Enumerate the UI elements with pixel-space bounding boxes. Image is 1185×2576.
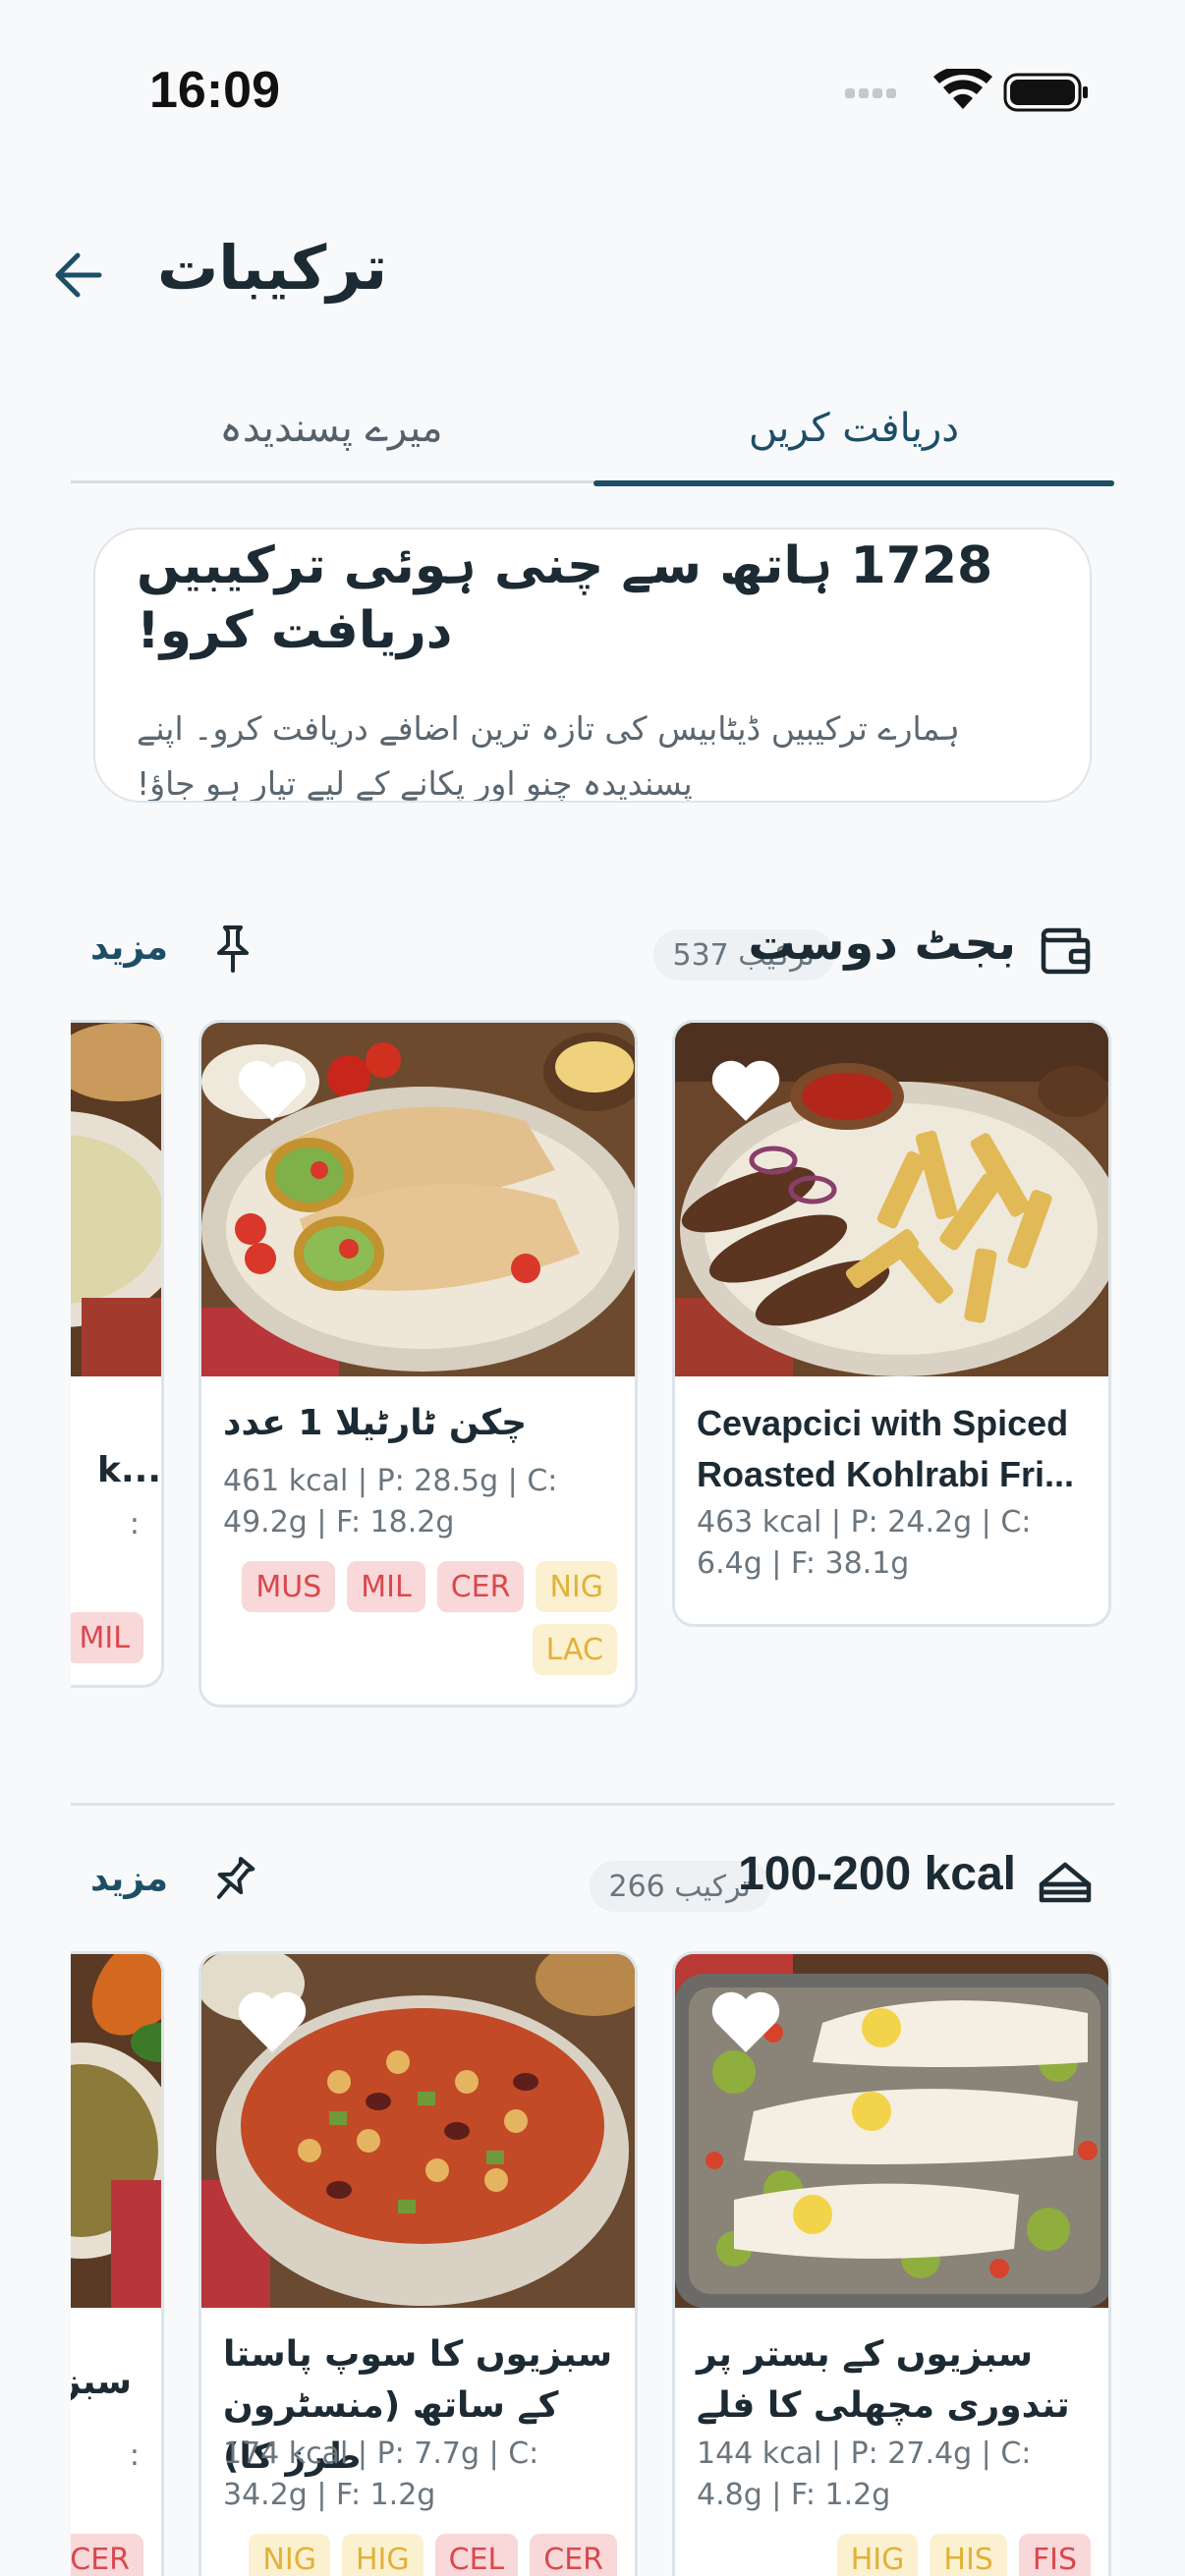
recipe-nutrition: 144 kcal | P: 27.4g | C: 4.8g | F: 1.2g bbox=[697, 2436, 1032, 2512]
recipe-card[interactable]: k... : MIL bbox=[71, 1020, 164, 1688]
allergen-tags: MUS MIL CER NIG LAC bbox=[219, 1561, 617, 1675]
recipe-image-partial bbox=[71, 1023, 161, 1376]
tag: MUS bbox=[242, 1561, 336, 1612]
tag: MIL bbox=[71, 1612, 143, 1663]
recipe-card[interactable]: چکن ٹارٹیلا 1 عدد 461 kcal | P: 28.5g | … bbox=[198, 1020, 638, 1708]
recipe-card[interactable]: سبز : CER bbox=[71, 1951, 164, 2576]
allergen-tags: MIL bbox=[71, 1612, 143, 1663]
tag: NIG bbox=[249, 2534, 330, 2576]
tag: NIG bbox=[536, 1561, 617, 1612]
favorite-heart-icon[interactable] bbox=[237, 1058, 308, 1123]
favorite-heart-icon[interactable] bbox=[237, 1989, 308, 2054]
tag: FIS bbox=[1018, 2534, 1091, 2576]
intro-subtitle: ہمارے ترکیبیں ڈیٹابیس کی تازہ ترین اضافے… bbox=[137, 709, 961, 803]
tag: LAC bbox=[532, 1624, 617, 1675]
intro-card: 1728 ہاتھ سے چنی ہوئی ترکیبیں دریافت کرو… bbox=[93, 528, 1092, 803]
recipe-row-budget: Cevapcici with Spiced Roasted Kohlrabi F… bbox=[71, 1020, 1114, 1708]
tag: HIS bbox=[930, 2534, 1007, 2576]
status-time: 16:09 bbox=[149, 62, 280, 119]
pin-icon[interactable] bbox=[203, 920, 262, 979]
tag: MIL bbox=[347, 1561, 425, 1612]
page-title: ترکیبات bbox=[157, 232, 388, 304]
recipe-name: k... bbox=[97, 1450, 161, 1490]
allergen-tags: NIG HIG CEL CER bbox=[219, 2534, 617, 2576]
battery-icon bbox=[1003, 73, 1088, 112]
recipe-name: Cevapcici with Spiced Roasted Kohlrabi F… bbox=[697, 1403, 1075, 1494]
pin-icon[interactable] bbox=[203, 1851, 262, 1910]
more-link[interactable]: مزید bbox=[90, 927, 168, 968]
arrow-left-icon bbox=[55, 252, 102, 298]
intro-title: 1728 ہاتھ سے چنی ہوئی ترکیبیں دریافت کرو… bbox=[137, 536, 993, 660]
recipe-nutrition: 174 kcal | P: 7.7g | C: 34.2g | F: 1.2g bbox=[223, 2436, 539, 2512]
recipe-name: سبز bbox=[71, 2362, 132, 2402]
signal-icon bbox=[845, 88, 896, 98]
recipe-nutrition: 461 kcal | P: 28.5g | C: 49.2g | F: 18.2… bbox=[223, 1464, 558, 1540]
recipe-nutrition: : bbox=[129, 2438, 140, 2473]
more-link[interactable]: مزید bbox=[90, 1859, 168, 1899]
recipe-card[interactable]: سبزیوں کے بستر پر تندوری مچھلی کا فلے 14… bbox=[672, 1951, 1111, 2576]
favorite-heart-icon[interactable] bbox=[710, 1058, 781, 1123]
recipe-card[interactable]: Cevapcici with Spiced Roasted Kohlrabi F… bbox=[672, 1020, 1111, 1627]
tag: CER bbox=[530, 2534, 617, 2576]
section-title: بجٹ دوست bbox=[748, 916, 1016, 971]
tag: HIG bbox=[836, 2534, 919, 2576]
favorite-heart-icon[interactable] bbox=[710, 1989, 781, 2054]
recipe-name: سبزیوں کے بستر پر تندوری مچھلی کا فلے bbox=[697, 2334, 1070, 2426]
sandwich-icon bbox=[1039, 1862, 1092, 1903]
tag: HIG bbox=[341, 2534, 423, 2576]
wallet-icon bbox=[1041, 927, 1091, 975]
recipe-row-kcal: سبزیوں کے بستر پر تندوری مچھلی کا فلے 14… bbox=[71, 1951, 1114, 2576]
tag: CER bbox=[436, 1561, 525, 1612]
section-divider bbox=[71, 1803, 1114, 1806]
tag: CER bbox=[71, 2534, 143, 2576]
tab-my-favorites[interactable]: میرے پسندیدہ bbox=[71, 373, 592, 483]
recipe-name: چکن ٹارٹیلا 1 عدد bbox=[223, 1403, 528, 1443]
recipe-nutrition: : bbox=[129, 1507, 140, 1541]
tab-discover[interactable]: دریافت کریں bbox=[593, 373, 1114, 486]
section-header-kcal: مزید 266 ترکیب 100-200 kcal bbox=[71, 1845, 1114, 1924]
status-icons bbox=[845, 69, 1088, 112]
section-header-budget: مزید 537 ترکیب بجٹ دوست bbox=[71, 914, 1114, 992]
recipe-image-partial bbox=[71, 1954, 161, 2308]
allergen-tags: CER bbox=[71, 2534, 143, 2576]
recipe-card[interactable]: سبزیوں کا سوپ پاستا کے ساتھ (منسٹرون طرز… bbox=[198, 1951, 638, 2576]
tab-bar: میرے پسندیدہ دریافت کریں bbox=[71, 373, 1114, 486]
recipe-nutrition: 463 kcal | P: 24.2g | C: 6.4g | F: 38.1g bbox=[697, 1505, 1032, 1581]
section-title: 100-200 kcal bbox=[738, 1848, 1016, 1900]
tag: CEL bbox=[434, 2534, 519, 2576]
wifi-icon bbox=[933, 69, 992, 109]
back-button[interactable] bbox=[43, 241, 112, 309]
allergen-tags: HIG HIS FIS bbox=[693, 2534, 1091, 2576]
